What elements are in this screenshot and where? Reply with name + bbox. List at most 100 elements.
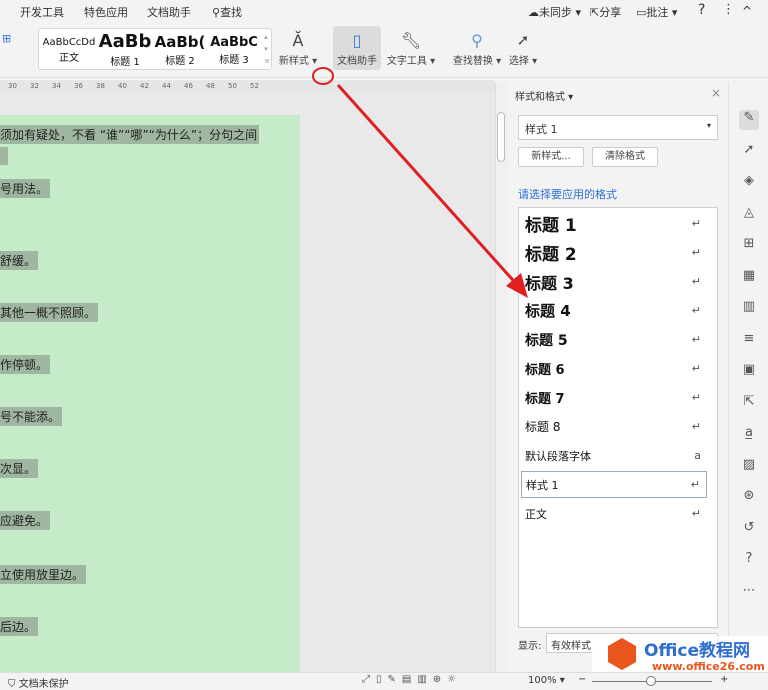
document-line[interactable]: 立使用放里边。 — [0, 565, 87, 584]
fill-icon[interactable]: ◬ — [739, 205, 759, 225]
document-page[interactable]: 须加有疑处，不看 “谁”“哪”“为什么”；分句之间 号用法。舒缓。其他一概不照顾。… — [0, 115, 300, 672]
share-icon: ⇱ — [590, 6, 600, 19]
style-item[interactable]: 样式 1 ↵ — [521, 471, 707, 498]
shapes-icon[interactable]: ◈ — [739, 173, 759, 193]
document-line[interactable]: 作停顿。 — [0, 355, 51, 374]
style-item[interactable]: 正文 ↵ — [521, 500, 707, 527]
table-icon[interactable]: ⊞ — [2, 32, 11, 45]
style-item[interactable]: 标题 8 ↵ — [521, 413, 707, 440]
table-icon[interactable]: ⊞ — [739, 236, 759, 256]
ruler-tick-label: 42 — [140, 82, 149, 90]
style-item-name: 标题 7 — [525, 392, 565, 407]
document-line[interactable]: 其他一概不照顾。 — [0, 303, 99, 322]
zoom-in-button[interactable]: + — [720, 674, 728, 685]
style-item-name: 标题 3 — [525, 273, 574, 293]
style-item[interactable]: 标题 5 ↵ — [521, 326, 707, 353]
paragraph-mark-icon: ↵ — [691, 304, 701, 317]
doc-assistant-button[interactable]: ▯ 文档助手 — [333, 26, 381, 70]
style-label: 标题 2 — [165, 56, 195, 67]
style-list[interactable]: 标题 1 ↵ 标题 2 ↵ 标题 3 ↵ 标题 4 ↵ 标题 5 ↵ 标题 6 ↵ 标题 7 ↵ 标题 8 ↵… — [518, 207, 718, 628]
style-item[interactable]: 标题 7 ↵ — [521, 384, 707, 411]
document-line[interactable] — [0, 147, 8, 165]
style-item[interactable]: 标题 3 ↵ — [521, 268, 707, 295]
ruler-tick-label: 30 — [8, 82, 17, 90]
paragraph-mark-icon: ↵ — [691, 217, 701, 230]
document-line[interactable]: 应避免。 — [0, 511, 51, 530]
view-mode-icons[interactable]: ⤢▯✎▤▥⊕☼ — [362, 674, 462, 685]
new-style-panel-button[interactable]: 新样式... — [518, 147, 584, 167]
clear-format-button[interactable]: 清除格式 — [592, 147, 658, 167]
image-icon[interactable]: ▣ — [739, 362, 759, 382]
style-item[interactable]: 标题 2 ↵ — [521, 239, 707, 266]
menu-special-features[interactable]: 特色应用 — [84, 4, 128, 20]
zoom-value: 100% — [528, 675, 557, 686]
menu-bar: 开发工具 特色应用 文档助手 ⚲查找 ☁未同步 ▾ ⇱分享 ▭批注 ▾ ? ⋮ … — [0, 0, 768, 22]
menu-doc-assistant[interactable]: 文档助手 — [147, 4, 191, 20]
style-preview: AaBbC — [210, 35, 258, 50]
style-preview: AaBb — [98, 31, 152, 52]
collapse-ribbon-button[interactable]: ^ — [742, 4, 752, 18]
style-item-name: 标题 4 — [525, 302, 571, 320]
scrollbar-thumb[interactable] — [497, 112, 505, 162]
document-line[interactable]: 舒缓。 — [0, 251, 39, 270]
gallery-scroll[interactable]: ▴ ▾ ≡ — [264, 31, 270, 67]
document-line[interactable]: 号不能添。 — [0, 407, 63, 426]
select-button[interactable]: ➚ 选择 ▾ — [508, 28, 538, 67]
translate-icon[interactable]: a̲ — [739, 425, 759, 445]
style-item[interactable]: 标题 6 ↵ — [521, 355, 707, 382]
current-style-value: 样式 1 — [525, 123, 558, 136]
style-item[interactable]: 标题 1 ↵ — [521, 210, 707, 237]
current-style-dropdown[interactable]: 样式 1 ▾ — [518, 115, 718, 140]
lines-icon[interactable]: ≡ — [739, 331, 759, 351]
search-label: 查找 — [220, 6, 243, 19]
style-item-name: 默认段落字体 — [525, 449, 591, 463]
horizontal-ruler[interactable]: 30 32 34 36 38 40 42 44 46 48 50 52 — [0, 80, 495, 93]
style-gallery[interactable]: AaBbCcDd 正文 AaBb 标题 1 AaBb(标题 2 AaBbC 标题 3 … — [38, 28, 272, 70]
export-icon[interactable]: ⇱ — [739, 394, 759, 414]
text-tools-button[interactable]: 🔧︎ 文字工具 ▾ — [385, 28, 437, 68]
grid-icon[interactable]: ▦ — [739, 268, 759, 288]
style-item[interactable]: 标题 4 ↵ — [521, 297, 707, 324]
new-style-button[interactable]: Ă 新样式 ▾ — [278, 28, 318, 68]
document-line[interactable]: 须加有疑处，不看 “谁”“哪”“为什么”；分句之间 — [0, 125, 260, 144]
panel-title[interactable]: 样式和格式 ▾ — [515, 88, 573, 103]
document-line[interactable]: 号用法。 — [0, 179, 51, 198]
menu-search[interactable]: ⚲查找 — [212, 4, 242, 20]
cursor-icon[interactable]: ➚ — [739, 142, 759, 162]
comment-button[interactable]: ▭批注 ▾ — [636, 4, 677, 20]
style-item-name: 标题 6 — [525, 363, 565, 378]
zoom-out-button[interactable]: − — [578, 674, 586, 685]
picture-icon[interactable]: ▨ — [739, 457, 759, 477]
menu-developer-tools[interactable]: 开发工具 — [20, 4, 64, 20]
style-item-name: 样式 1 — [526, 478, 559, 492]
share-button[interactable]: ⇱分享 — [590, 4, 621, 20]
help-icon[interactable]: ? — [739, 551, 759, 571]
gallery-style-heading3[interactable]: AaBbC 标题 3 — [207, 31, 261, 66]
gallery-style-heading2[interactable]: AaBb(标题 2 — [153, 31, 207, 67]
vertical-scrollbar[interactable] — [495, 82, 508, 672]
document-line[interactable]: 后边。 — [0, 617, 39, 636]
protect-status[interactable]: ⛉ 文档未保护 — [8, 675, 69, 690]
help-button[interactable]: ? — [698, 2, 705, 18]
ruler-tick-label: 34 — [52, 82, 61, 90]
chart-icon[interactable]: ▥ — [739, 299, 759, 319]
more-button[interactable]: ⋮ — [722, 2, 735, 17]
zoom-slider-thumb[interactable] — [646, 676, 656, 686]
style-label: 标题 3 — [219, 55, 249, 66]
history-icon[interactable]: ↺ — [739, 520, 759, 540]
pen-icon[interactable]: ✎ — [739, 110, 759, 130]
gallery-style-heading1[interactable]: AaBb 标题 1 — [97, 31, 153, 68]
paragraph-mark-icon: ↵ — [691, 246, 701, 259]
download-icon[interactable]: ⊛ — [739, 488, 759, 508]
gallery-style-normal[interactable]: AaBbCcDd 正文 — [41, 31, 97, 64]
close-icon[interactable]: × — [711, 86, 721, 100]
style-item[interactable]: 默认段落字体 a — [521, 442, 707, 469]
more-icon[interactable]: ⋯ — [739, 583, 759, 603]
find-replace-button[interactable]: ⚲ 查找替换 ▾ — [452, 28, 502, 68]
zoom-level[interactable]: 100% ▾ — [528, 675, 565, 686]
sync-button[interactable]: ☁未同步 ▾ — [528, 4, 581, 20]
style-item-name: 标题 2 — [525, 245, 577, 265]
wrench-icon: 🔧︎ — [400, 30, 422, 50]
ruler-tick-label: 50 — [228, 82, 237, 90]
document-line[interactable]: 次显。 — [0, 459, 39, 478]
